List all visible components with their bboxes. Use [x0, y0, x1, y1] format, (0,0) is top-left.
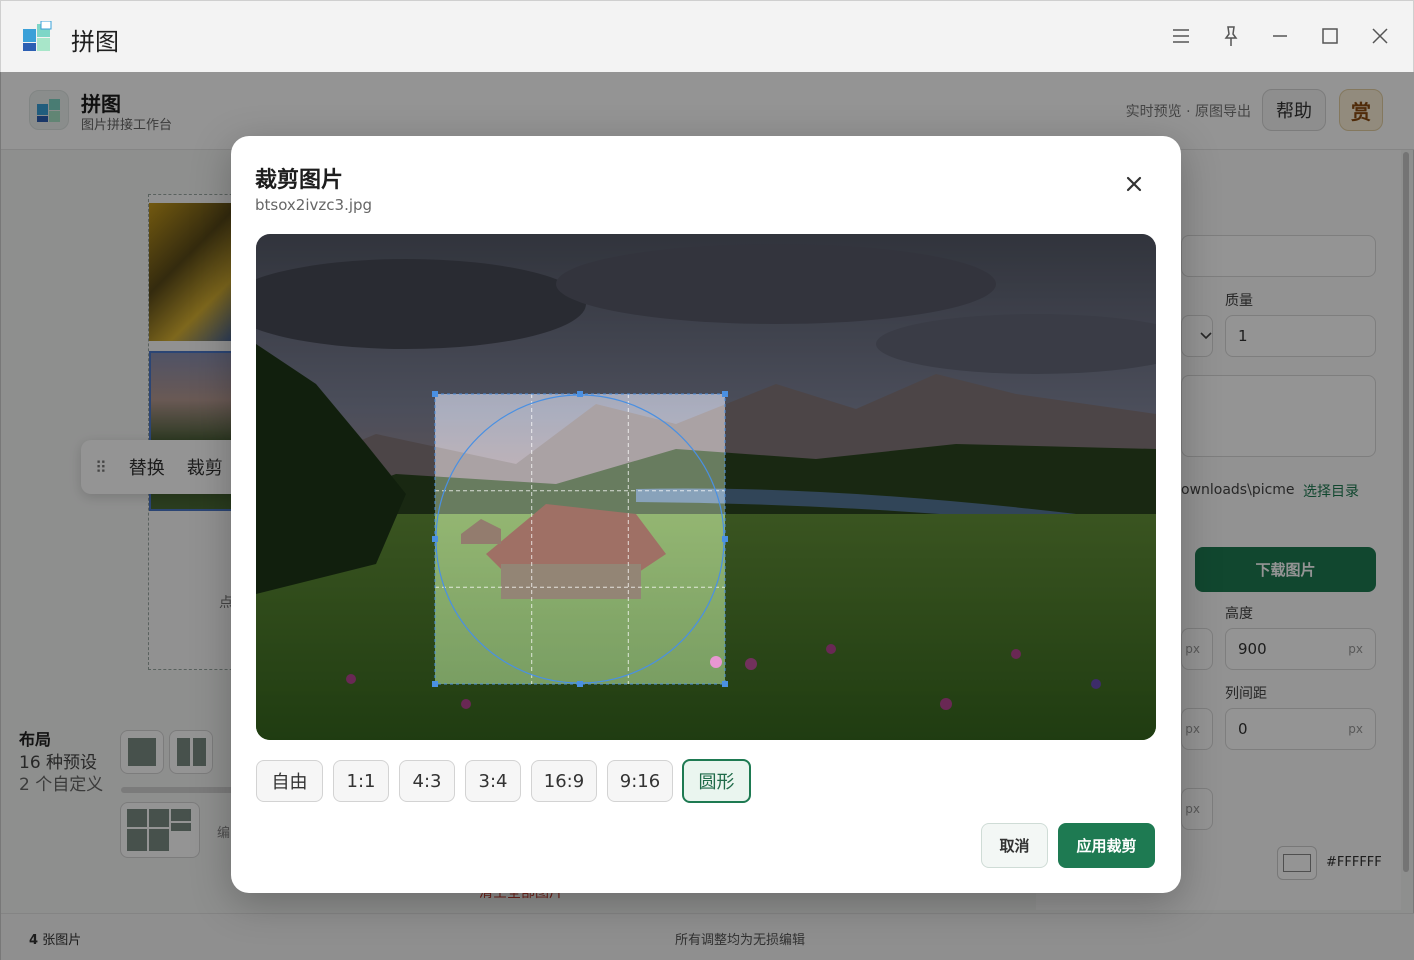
ratio-circle-button[interactable]: 圆形 [682, 759, 751, 803]
window-titlebar: 拼图 [0, 0, 1414, 72]
minimize-icon[interactable] [1267, 23, 1293, 49]
ratio-1-1-button[interactable]: 1:1 [333, 760, 389, 802]
cancel-button[interactable]: 取消 [981, 823, 1048, 868]
ratio-16-9-button[interactable]: 16:9 [531, 760, 597, 802]
menu-icon[interactable] [1168, 23, 1194, 49]
ratio-4-3-button[interactable]: 4:3 [399, 760, 455, 802]
ratio-9-16-button[interactable]: 9:16 [607, 760, 673, 802]
crop-dialog-title: 裁剪图片 [255, 168, 344, 193]
ratio-free-button[interactable]: 自由 [256, 760, 323, 802]
crop-image-area[interactable] [256, 234, 1156, 740]
crop-file-name: btsox2ivzc3.jpg [255, 196, 373, 214]
ratio-3-4-button[interactable]: 3:4 [465, 760, 521, 802]
app-logo-icon [21, 20, 53, 53]
crop-dialog: 裁剪图片 btsox2ivzc3.jpg 自由 1:1 4:3 3:4 16:9… [231, 136, 1181, 893]
close-window-icon[interactable] [1367, 23, 1393, 49]
window-title: 拼图 [71, 28, 119, 56]
close-icon[interactable] [1121, 171, 1147, 197]
apply-crop-button[interactable]: 应用裁剪 [1058, 823, 1155, 868]
maximize-icon[interactable] [1317, 23, 1343, 49]
pin-icon[interactable] [1218, 23, 1244, 49]
